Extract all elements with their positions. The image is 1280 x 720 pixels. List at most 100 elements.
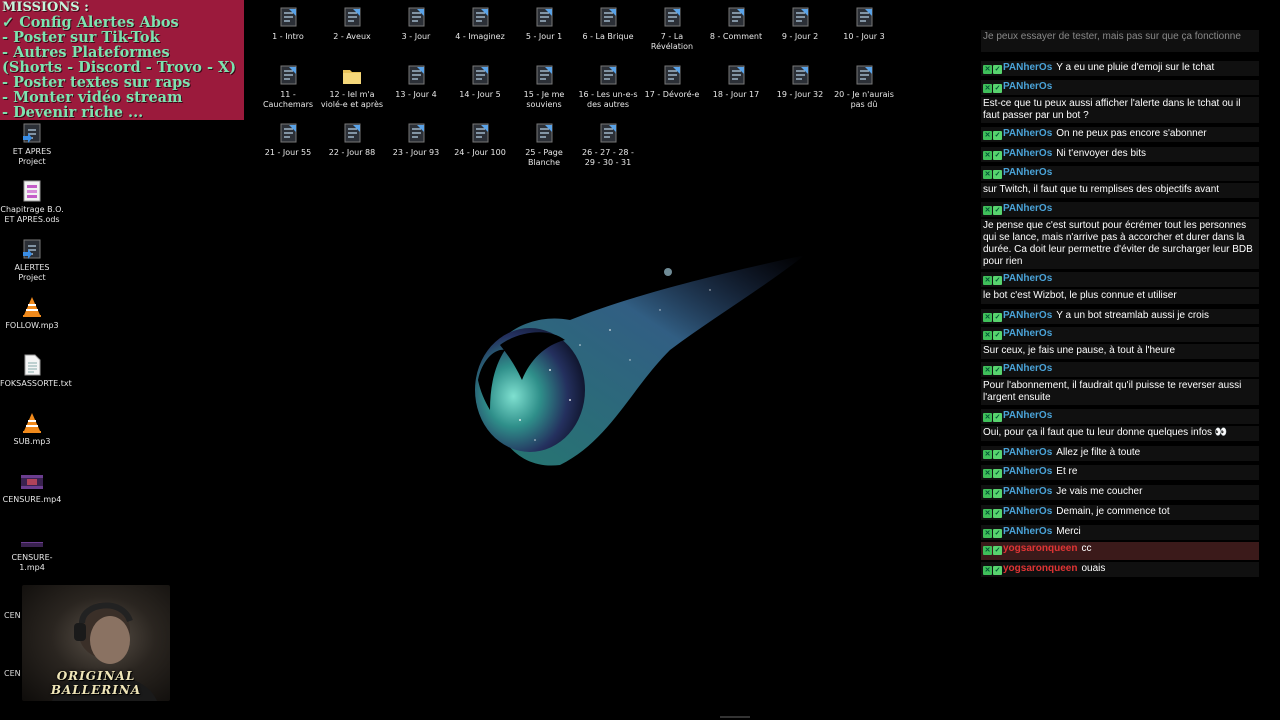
chat-text: Pour l'abonnement, il faudrait qu'il pui…	[983, 380, 1242, 403]
chat-username[interactable]: PANherOs	[1003, 81, 1052, 92]
folder-item[interactable]: 17 - Dévoré-e	[640, 64, 704, 100]
taskbar-handle[interactable]	[720, 716, 750, 718]
desktop-icon-foksassorte-txt[interactable]: FOKSASSORTE.txt	[0, 354, 72, 389]
desktop-icon-label-partial[interactable]: CEN	[4, 669, 21, 678]
folder-item[interactable]: 2 - Aveux	[320, 6, 384, 42]
folder-item[interactable]: 1 - Intro	[256, 6, 320, 42]
chat-username[interactable]: PANherOs	[1003, 328, 1052, 339]
folder-item[interactable]: 12 - Iel m'a violé-e et après	[320, 64, 384, 110]
folder-item[interactable]: 26 - 27 - 28 - 29 - 30 - 31	[576, 122, 640, 168]
project-file-icon	[792, 7, 809, 27]
folder-item[interactable]: 19 - Jour 32	[768, 64, 832, 100]
desktop-icon-follow-mp3[interactable]: FOLLOW.mp3	[0, 296, 64, 331]
folder-item[interactable]: 22 - Jour 88	[320, 122, 384, 158]
folder-item[interactable]: 11 - Cauchemars	[256, 64, 320, 110]
chat-username[interactable]: yogsaronqueen	[1003, 543, 1077, 554]
chat-message: ✕ ✓ PANherOs Je vais me coucher	[981, 485, 1259, 500]
chat-text: Y a un bot streamlab aussi je crois	[1056, 310, 1209, 321]
folder-label: 2 - Aveux	[333, 32, 371, 41]
chat-username[interactable]: yogsaronqueen	[1003, 563, 1077, 574]
folder-item[interactable]: 3 - Jour	[384, 6, 448, 42]
chat-text: Je pense que c'est surtout pour écrémer …	[983, 220, 1253, 267]
chat-text: Je peux essayer de tester, mais pas sur …	[983, 31, 1241, 42]
chat-message: ✕ ✓ PANherOs Y a eu une pluie d'emoji sur l…	[981, 61, 1259, 76]
folder-item[interactable]: 14 - Jour 5	[448, 64, 512, 100]
folder-item[interactable]: 15 - Je me souviens	[512, 64, 576, 110]
chat-username[interactable]: PANherOs	[1003, 273, 1052, 284]
chat-username[interactable]: PANherOs	[1003, 486, 1052, 497]
folder-label: 9 - Jour 2	[781, 32, 819, 41]
folder-label: 1 - Intro	[272, 32, 304, 41]
chat-username[interactable]: PANherOs	[1003, 363, 1052, 374]
chat-username[interactable]: PANherOs	[1003, 167, 1052, 178]
mission-item: - Devenir riche ...	[2, 104, 144, 120]
chat-username[interactable]: PANherOs	[1003, 62, 1052, 73]
shortcut-icon	[23, 123, 41, 143]
folder-item[interactable]: 8 - Comment	[704, 6, 768, 42]
folder-label: 24 - Jour 100	[454, 148, 506, 157]
chat-message: ✕ ✓ PANherOs	[981, 166, 1259, 181]
chat-message: ✕ ✓ PANherOs Merci	[981, 525, 1259, 540]
desktop-icon-alertes-project[interactable]: ALERTES Project	[0, 238, 64, 283]
sub-badge-icon: ✓	[993, 170, 1002, 179]
folder-item[interactable]: 24 - Jour 100	[448, 122, 512, 158]
folder-label: 10 - Jour 3	[843, 32, 885, 41]
project-file-icon	[408, 7, 425, 27]
folder-item[interactable]: 18 - Jour 17	[704, 64, 768, 100]
chat-text: Sur ceux, je fais une pause, à tout à l'…	[983, 345, 1176, 356]
desktop-icon-label: Chapitrage B.O. ET APRES.ods	[0, 205, 64, 224]
folder-item[interactable]: 9 - Jour 2	[768, 6, 832, 42]
desktop-icon-label: FOLLOW.mp3	[5, 321, 59, 330]
project-file-icon	[344, 7, 361, 27]
folder-item[interactable]: 25 - Page Blanche	[512, 122, 576, 168]
folder-item[interactable]: 4 - Imaginez	[448, 6, 512, 42]
chat-username[interactable]: PANherOs	[1003, 148, 1052, 159]
desktop-icon-sub-mp3[interactable]: SUB.mp3	[0, 412, 64, 447]
chat-username[interactable]: PANherOs	[1003, 506, 1052, 517]
folder-item[interactable]: 23 - Jour 93	[384, 122, 448, 158]
folder-item[interactable]: 5 - Jour 1	[512, 6, 576, 42]
folder-label: 20 - Je n'aurais pas dû	[834, 90, 894, 109]
badge-icon: ✕	[983, 566, 992, 575]
project-file-icon	[600, 65, 617, 85]
folder-item[interactable]: 10 - Jour 3	[832, 6, 896, 42]
project-file-icon	[600, 7, 617, 27]
sub-badge-icon: ✓	[993, 450, 1002, 459]
folder-label: 25 - Page Blanche	[525, 148, 563, 167]
desktop-icon-chapitrage[interactable]: Chapitrage B.O. ET APRES.ods	[0, 180, 64, 225]
chat-text: Oui, pour ça il faut que tu leur donne q…	[983, 427, 1228, 438]
folder-item[interactable]: 6 - La Brique	[576, 6, 640, 42]
chat-username[interactable]: PANherOs	[1003, 310, 1052, 321]
chat-message: ✕ ✓ PANherOs	[981, 327, 1259, 342]
folder-item[interactable]: 21 - Jour 55	[256, 122, 320, 158]
sub-badge-icon: ✓	[993, 469, 1002, 478]
spreadsheet-icon	[23, 180, 41, 202]
desktop-icon-censure-mp4[interactable]: CENSURE.mp4	[0, 472, 64, 505]
chat-text: Y a eu une pluie d'emoji sur le tchat	[1056, 62, 1215, 73]
project-file-icon	[472, 7, 489, 27]
folder-label: 14 - Jour 5	[459, 90, 501, 99]
desktop-icon-label-partial[interactable]: CEN	[4, 611, 21, 620]
desktop-icon-censure-1-mp4[interactable]: CENSURE-1.mp4	[0, 530, 64, 573]
project-file-icon	[728, 7, 745, 27]
chat-username[interactable]: PANherOs	[1003, 203, 1052, 214]
folder-item[interactable]: 7 - La Révélation	[640, 6, 704, 52]
project-file-icon	[472, 123, 489, 143]
folder-item[interactable]: 13 - Jour 4	[384, 64, 448, 100]
folder-item[interactable]: 20 - Je n'aurais pas dû	[832, 64, 896, 110]
desktop-icon-et-apres-project[interactable]: ET APRES Project	[0, 122, 64, 167]
video-icon	[21, 542, 43, 547]
chat-username[interactable]: PANherOs	[1003, 447, 1052, 458]
chat-username[interactable]: PANherOs	[1003, 526, 1052, 537]
chat-username[interactable]: PANherOs	[1003, 466, 1052, 477]
sub-badge-icon: ✓	[993, 546, 1002, 555]
project-file-icon	[280, 65, 297, 85]
folder-item[interactable]: 16 - Les un-e-s des autres	[576, 64, 640, 110]
chat-message: ✕ ✓ PANherOs Demain, je commence tot	[981, 505, 1259, 520]
chat-text: Demain, je commence tot	[1056, 506, 1170, 517]
chat-username[interactable]: PANherOs	[1003, 410, 1052, 421]
folder-label: 7 - La Révélation	[650, 32, 694, 51]
chat-text: Allez je filte à toute	[1056, 447, 1141, 458]
folder-label: 15 - Je me souviens	[523, 90, 565, 109]
chat-username[interactable]: PANherOs	[1003, 128, 1052, 139]
